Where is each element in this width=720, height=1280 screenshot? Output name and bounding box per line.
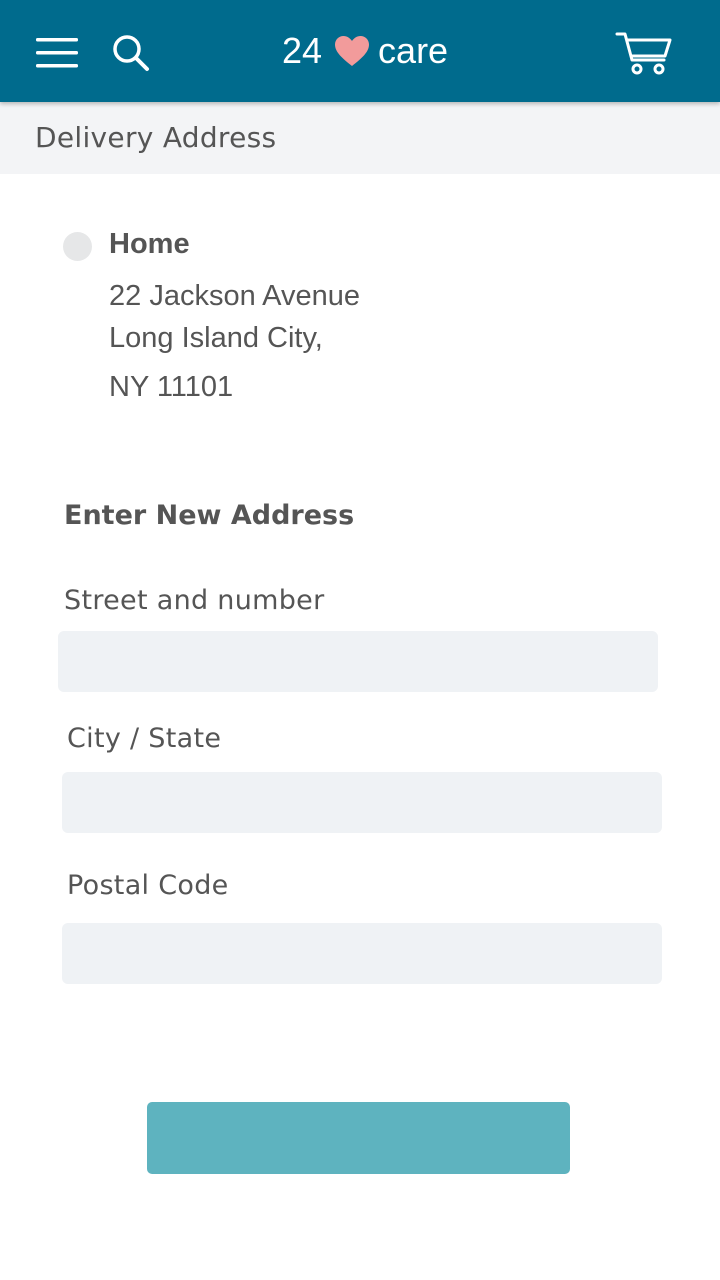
address-line: Long Island City, <box>109 322 323 354</box>
brand-prefix: 24 <box>282 30 323 71</box>
brand-suffix: care <box>378 30 449 71</box>
city-state-input[interactable] <box>62 772 662 833</box>
submit-address-button[interactable] <box>147 1102 570 1174</box>
new-address-heading: Enter New Address <box>64 500 355 531</box>
street-label: Street and number <box>64 585 325 616</box>
city-state-label: City / State <box>67 723 222 754</box>
saved-address-option[interactable]: Home 22 Jackson Avenue Long Island City,… <box>63 226 483 416</box>
hamburger-menu-icon <box>36 38 78 68</box>
search-icon <box>113 35 149 71</box>
postal-code-input[interactable] <box>62 923 662 984</box>
address-name: Home <box>109 228 190 260</box>
address-line: 22 Jackson Avenue <box>109 280 360 312</box>
app-header: 24 care <box>0 0 720 102</box>
address-line: NY 11101 <box>109 371 234 403</box>
postal-code-label: Postal Code <box>67 870 229 901</box>
search-button[interactable] <box>110 32 152 74</box>
delivery-address-bar: Delivery Address <box>0 102 720 174</box>
cart-button[interactable] <box>614 30 674 76</box>
street-input[interactable] <box>58 631 658 692</box>
cart-icon <box>615 32 672 75</box>
address-radio[interactable] <box>63 232 92 261</box>
brand-logo[interactable]: 24 care <box>282 26 448 76</box>
page-title: Delivery Address <box>35 121 277 154</box>
menu-button[interactable] <box>34 34 80 72</box>
heart-icon <box>335 36 370 66</box>
